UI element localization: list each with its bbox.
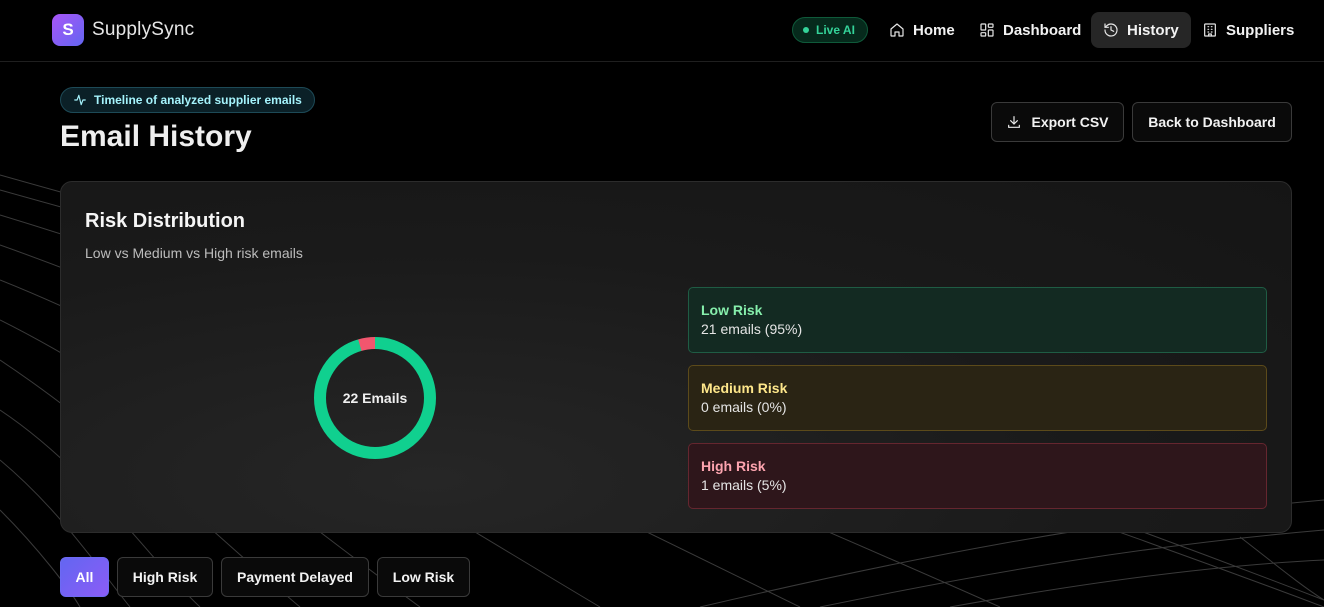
nav-history[interactable]: History <box>1091 12 1191 48</box>
filter-high-risk-label: High Risk <box>132 569 198 585</box>
high-risk-count: 1 emails (5%) <box>701 477 787 493</box>
live-dot-icon <box>803 27 809 33</box>
top-nav-bar: S SupplySync Live AI Home Dashboard Hist… <box>0 0 1324 62</box>
nav-dashboard[interactable]: Dashboard <box>967 12 1093 48</box>
back-to-dashboard-button[interactable]: Back to Dashboard <box>1132 102 1292 142</box>
filter-low-risk-label: Low Risk <box>392 569 455 585</box>
filter-all-label: All <box>75 569 94 585</box>
live-ai-badge: Live AI <box>792 17 868 43</box>
nav-history-label: History <box>1127 21 1179 39</box>
filter-payment-delayed[interactable]: Payment Delayed <box>221 557 369 597</box>
low-risk-box: Low Risk 21 emails (95%) <box>688 287 1267 353</box>
low-risk-name: Low Risk <box>701 302 763 318</box>
medium-risk-box: Medium Risk 0 emails (0%) <box>688 365 1267 431</box>
medium-risk-count: 0 emails (0%) <box>701 399 787 415</box>
timeline-badge-label: Timeline of analyzed supplier emails <box>94 93 302 107</box>
filter-high-risk[interactable]: High Risk <box>117 557 213 597</box>
history-icon <box>1104 23 1118 37</box>
home-icon <box>890 23 904 37</box>
export-csv-label: Export CSV <box>1031 114 1109 130</box>
timeline-badge: Timeline of analyzed supplier emails <box>60 87 315 113</box>
nav-dashboard-label: Dashboard <box>1003 21 1082 39</box>
medium-risk-name: Medium Risk <box>701 380 788 396</box>
high-risk-name: High Risk <box>701 458 766 474</box>
page-title: Email History <box>60 120 252 153</box>
low-risk-count: 21 emails (95%) <box>701 321 803 337</box>
nav-suppliers-label: Suppliers <box>1226 21 1295 39</box>
risk-distribution-card: Risk Distribution Low vs Medium vs High … <box>60 181 1292 533</box>
export-csv-button[interactable]: Export CSV <box>991 102 1124 142</box>
risk-card-subtitle: Low vs Medium vs High risk emails <box>85 245 303 261</box>
back-to-dashboard-label: Back to Dashboard <box>1148 114 1276 130</box>
logo-letter: S <box>62 20 74 39</box>
nav-home-label: Home <box>913 21 955 39</box>
filter-all[interactable]: All <box>60 557 109 597</box>
high-risk-box: High Risk 1 emails (5%) <box>688 443 1267 509</box>
download-icon <box>1008 116 1021 128</box>
app-logo[interactable]: S <box>52 14 84 46</box>
activity-icon <box>74 94 86 106</box>
live-ai-label: Live AI <box>816 23 855 37</box>
app-name[interactable]: SupplySync <box>92 19 194 41</box>
filter-payment-delayed-label: Payment Delayed <box>237 569 353 585</box>
filter-low-risk[interactable]: Low Risk <box>377 557 470 597</box>
donut-center-label: 22 Emails <box>342 390 408 406</box>
nav-suppliers[interactable]: Suppliers <box>1190 12 1306 48</box>
nav-home[interactable]: Home <box>877 12 967 48</box>
dashboard-icon <box>980 23 994 37</box>
risk-card-title: Risk Distribution <box>85 210 246 232</box>
building-icon <box>1204 23 1216 37</box>
